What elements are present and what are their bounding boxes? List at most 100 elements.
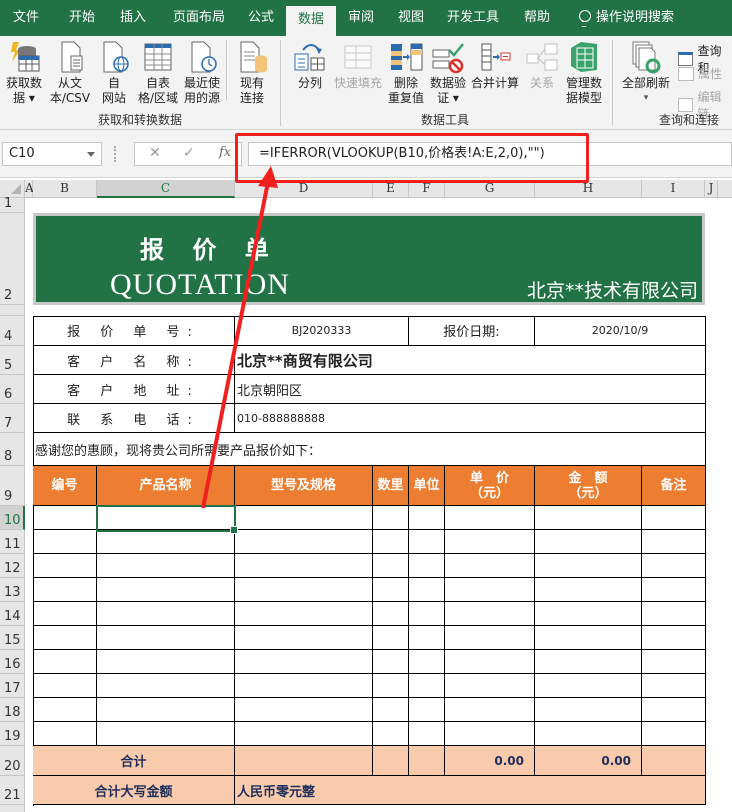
item-model-cell[interactable] bbox=[235, 554, 373, 578]
item-amount-cell[interactable] bbox=[535, 722, 642, 746]
item-product-cell[interactable] bbox=[97, 626, 235, 650]
formula-input[interactable]: =IFERROR(VLOOKUP(B10,价格表!A:E,2,0),"") bbox=[248, 142, 732, 166]
item-price-cell[interactable] bbox=[445, 602, 535, 626]
tab-help[interactable]: 帮助 bbox=[514, 0, 560, 36]
item-amount-cell[interactable] bbox=[535, 506, 642, 530]
item-unit-cell[interactable] bbox=[409, 530, 445, 554]
item-note-cell[interactable] bbox=[642, 674, 706, 698]
consolidate-button[interactable]: 合并计算 bbox=[470, 40, 520, 91]
item-no-cell[interactable] bbox=[33, 698, 97, 722]
total-unit-cell[interactable] bbox=[409, 746, 445, 776]
item-amount-cell[interactable] bbox=[535, 578, 642, 602]
row-header[interactable]: 19 bbox=[0, 722, 25, 746]
item-qty-cell[interactable] bbox=[373, 674, 409, 698]
row-header[interactable]: 9 bbox=[0, 466, 25, 506]
refresh-all-button[interactable]: 全部刷新 ▾ bbox=[618, 40, 674, 106]
item-product-cell[interactable] bbox=[97, 602, 235, 626]
column-header-b[interactable]: B bbox=[33, 180, 97, 198]
item-product-cell[interactable] bbox=[97, 722, 235, 746]
row-header[interactable]: 16 bbox=[0, 650, 25, 674]
row-header[interactable]: 13 bbox=[0, 578, 25, 602]
from-text-csv-button[interactable]: 从文 本/CSV bbox=[48, 40, 92, 106]
manage-data-model-button[interactable]: 管理数 据模型 bbox=[562, 40, 606, 106]
row-header[interactable]: 15 bbox=[0, 626, 25, 650]
get-data-button[interactable]: 获取数 据 ▾ bbox=[4, 40, 44, 106]
column-header-a[interactable]: A bbox=[25, 180, 34, 198]
row-header[interactable]: 20 bbox=[0, 746, 25, 776]
column-header-g[interactable]: G bbox=[445, 180, 535, 198]
item-unit-cell[interactable] bbox=[409, 650, 445, 674]
item-price-cell[interactable] bbox=[445, 530, 535, 554]
item-qty-cell[interactable] bbox=[373, 530, 409, 554]
total-amount-value[interactable]: 0.00 bbox=[535, 746, 642, 776]
row-header[interactable]: 10 bbox=[0, 506, 25, 530]
contact-phone-value[interactable]: 010-888888888 bbox=[235, 404, 706, 433]
item-unit-cell[interactable] bbox=[409, 602, 445, 626]
item-qty-cell[interactable] bbox=[373, 578, 409, 602]
item-price-cell[interactable] bbox=[445, 626, 535, 650]
item-amount-cell[interactable] bbox=[535, 674, 642, 698]
item-qty-cell[interactable] bbox=[373, 698, 409, 722]
item-no-cell[interactable] bbox=[33, 578, 97, 602]
column-header-e[interactable]: E bbox=[373, 180, 409, 198]
row-header[interactable]: 17 bbox=[0, 674, 25, 698]
item-model-cell[interactable] bbox=[235, 578, 373, 602]
name-box[interactable]: C10 bbox=[2, 142, 102, 166]
item-model-cell[interactable] bbox=[235, 506, 373, 530]
item-note-cell[interactable] bbox=[642, 506, 706, 530]
column-header-d[interactable]: D bbox=[235, 180, 373, 198]
row-header[interactable]: 11 bbox=[0, 530, 25, 554]
row-header[interactable]: 2 bbox=[0, 213, 25, 305]
item-note-cell[interactable] bbox=[642, 530, 706, 554]
item-model-cell[interactable] bbox=[235, 674, 373, 698]
item-no-cell[interactable] bbox=[33, 650, 97, 674]
item-note-cell[interactable] bbox=[642, 554, 706, 578]
row-header[interactable]: 6 bbox=[0, 375, 25, 404]
column-header-c[interactable]: C bbox=[97, 180, 235, 198]
item-price-cell[interactable] bbox=[445, 506, 535, 530]
item-qty-cell[interactable] bbox=[373, 722, 409, 746]
customer-address-value[interactable]: 北京朝阳区 bbox=[235, 375, 706, 404]
tab-page-layout[interactable]: 页面布局 bbox=[162, 0, 236, 36]
item-note-cell[interactable] bbox=[642, 578, 706, 602]
item-unit-cell[interactable] bbox=[409, 722, 445, 746]
properties-button[interactable]: 属性 bbox=[678, 65, 722, 82]
item-price-cell[interactable] bbox=[445, 698, 535, 722]
item-product-cell[interactable] bbox=[97, 554, 235, 578]
item-note-cell[interactable] bbox=[642, 650, 706, 674]
total-qty-cell[interactable] bbox=[373, 746, 409, 776]
row-header[interactable]: 18 bbox=[0, 698, 25, 722]
item-model-cell[interactable] bbox=[235, 698, 373, 722]
column-header-f[interactable]: F bbox=[409, 180, 445, 198]
row-header[interactable] bbox=[0, 805, 25, 812]
item-unit-cell[interactable] bbox=[409, 674, 445, 698]
tab-formulas[interactable]: 公式 bbox=[238, 0, 284, 36]
item-no-cell[interactable] bbox=[33, 674, 97, 698]
from-web-button[interactable]: 自 网站 bbox=[96, 40, 132, 106]
tab-file[interactable]: 文件 bbox=[0, 0, 52, 36]
item-price-cell[interactable] bbox=[445, 674, 535, 698]
item-note-cell[interactable] bbox=[642, 722, 706, 746]
item-amount-cell[interactable] bbox=[535, 602, 642, 626]
item-product-cell[interactable] bbox=[97, 506, 235, 530]
remove-duplicates-button[interactable]: 删除 重复值 bbox=[386, 40, 426, 106]
column-header-j[interactable]: J bbox=[705, 180, 718, 198]
item-note-cell[interactable] bbox=[642, 698, 706, 722]
item-no-cell[interactable] bbox=[33, 530, 97, 554]
row-header[interactable]: 14 bbox=[0, 602, 25, 626]
row-header[interactable]: 1 bbox=[0, 196, 25, 213]
item-unit-cell[interactable] bbox=[409, 698, 445, 722]
column-header-i[interactable]: I bbox=[642, 180, 705, 198]
item-unit-cell[interactable] bbox=[409, 506, 445, 530]
total-note-cell[interactable] bbox=[642, 746, 706, 776]
item-qty-cell[interactable] bbox=[373, 602, 409, 626]
cancel-icon[interactable]: ✕ bbox=[149, 145, 161, 161]
item-unit-cell[interactable] bbox=[409, 554, 445, 578]
item-product-cell[interactable] bbox=[97, 578, 235, 602]
item-no-cell[interactable] bbox=[33, 506, 97, 530]
text-to-columns-button[interactable]: 分列 bbox=[290, 40, 330, 91]
tell-me-search[interactable]: 操作说明搜索 bbox=[578, 0, 674, 36]
item-qty-cell[interactable] bbox=[373, 626, 409, 650]
row-header[interactable]: 4 bbox=[0, 316, 25, 346]
row-header[interactable]: 12 bbox=[0, 554, 25, 578]
